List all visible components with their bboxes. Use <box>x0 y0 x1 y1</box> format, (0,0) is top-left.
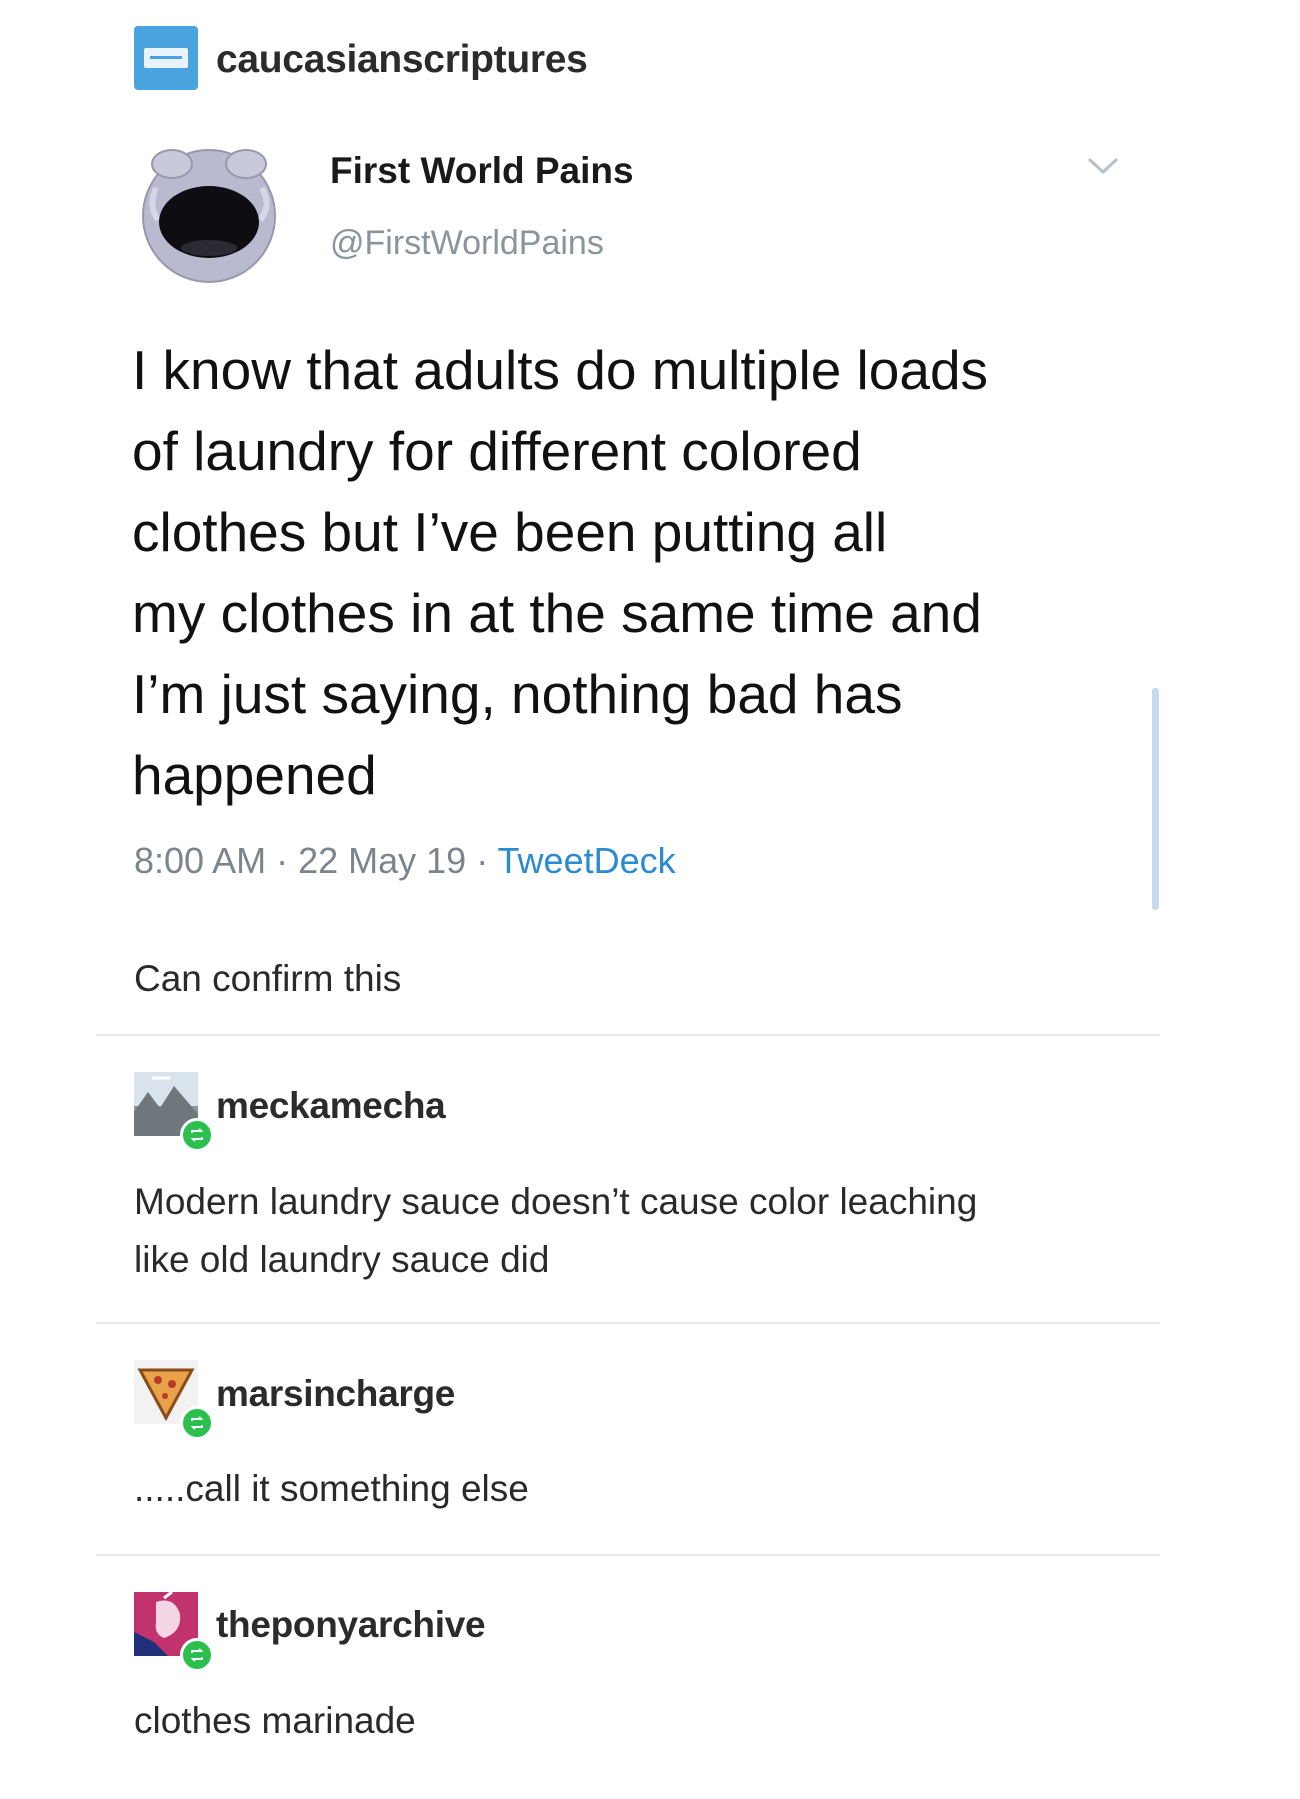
reblog-text-line: like old laundry sauce did <box>134 1239 550 1280</box>
reblog-text-line: Modern laundry sauce doesn’t cause color… <box>134 1181 978 1222</box>
chevron-down-icon <box>1088 158 1118 174</box>
reblog-blog-name[interactable]: meckamecha <box>216 1085 446 1127</box>
tweet-text-line: I’m just saying, nothing bad has <box>132 663 903 725</box>
reblog-text: clothes marinade <box>134 1692 1134 1750</box>
tweet-display-name[interactable]: First World Pains <box>330 150 634 192</box>
reblog-icon <box>180 1406 214 1440</box>
tweet-text-line: my clothes in at the same time and <box>132 582 982 644</box>
tweet-text-line: happened <box>132 744 377 806</box>
tweet-avatar[interactable] <box>134 136 284 286</box>
reblog-icon <box>180 1118 214 1152</box>
tweet-date[interactable]: 22 May 19 <box>298 840 466 881</box>
blue-card-icon <box>144 48 188 68</box>
meta-separator: · <box>466 840 498 881</box>
tweet-time[interactable]: 8:00 AM <box>134 840 266 881</box>
tweet-text: I know that adults do multiple loads of … <box>132 330 1132 816</box>
blog-name[interactable]: caucasianscriptures <box>216 38 588 82</box>
meta-separator: · <box>266 840 299 881</box>
tweet-text-line: of laundry for different colored <box>132 420 862 482</box>
blog-avatar[interactable] <box>134 26 198 90</box>
reblog-blog-name[interactable]: marsincharge <box>216 1373 455 1415</box>
reblog-blog-name[interactable]: theponyarchive <box>216 1604 486 1646</box>
reblog-text: .....call it something else <box>134 1460 1134 1518</box>
divider <box>96 1322 1160 1324</box>
tweet-source-link[interactable]: TweetDeck <box>498 840 676 881</box>
tweet-text-line: I know that adults do multiple loads <box>132 339 989 401</box>
scrollbar[interactable] <box>1152 688 1159 910</box>
divider <box>96 1034 1160 1036</box>
tweet-text-line: clothes but I’ve been putting all <box>132 501 888 563</box>
reblog-text-line: clothes marinade <box>134 1700 416 1741</box>
tweet-handle[interactable]: @FirstWorldPains <box>330 224 604 263</box>
reblog-avatar[interactable] <box>134 1590 214 1672</box>
reblog-icon <box>180 1638 214 1672</box>
crying-face-icon <box>142 149 276 283</box>
tweet-menu-button[interactable] <box>1086 154 1120 178</box>
tweet-meta: 8:00 AM · 22 May 19 · TweetDeck <box>134 840 676 882</box>
reblog-avatar[interactable] <box>134 1360 214 1440</box>
reblog-text-line: .....call it something else <box>134 1468 529 1509</box>
divider <box>96 1554 1160 1556</box>
reblog-text: Modern laundry sauce doesn’t cause color… <box>134 1173 1134 1289</box>
reblog-comment: Can confirm this <box>134 958 402 999</box>
reblog-avatar[interactable] <box>134 1072 214 1152</box>
